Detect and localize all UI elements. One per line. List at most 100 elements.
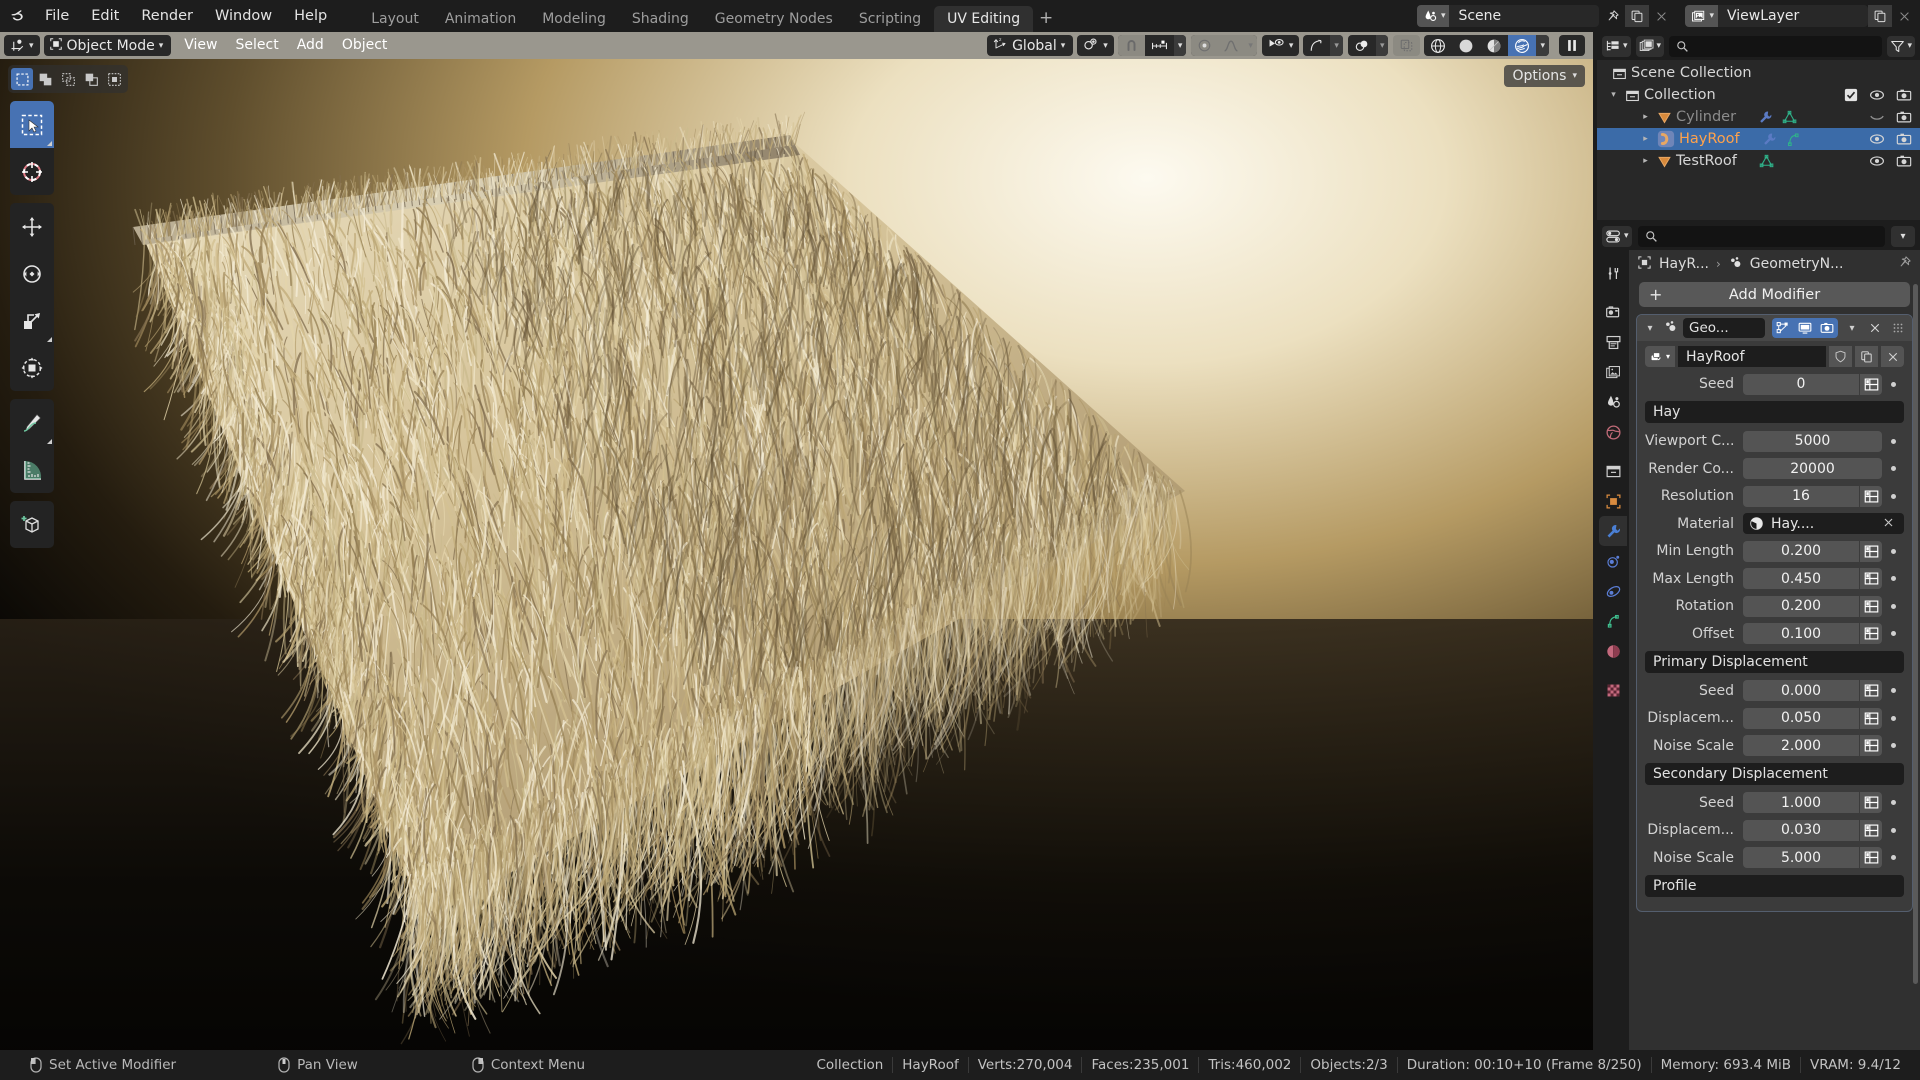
workspace-tab-scripting[interactable]: Scripting xyxy=(846,6,934,32)
tool-tab[interactable] xyxy=(1599,258,1627,288)
viewport-menu-view[interactable]: View xyxy=(175,32,226,59)
view-layer-tab[interactable] xyxy=(1599,357,1627,387)
workspace-tab-uv-editing[interactable]: UV Editing xyxy=(934,6,1033,32)
viewport-menu-select[interactable]: Select xyxy=(227,32,288,59)
drag-dots-icon[interactable] xyxy=(1889,318,1907,338)
expand-triangle-right-icon[interactable]: ▸ xyxy=(1637,112,1654,122)
modifier-header[interactable]: ▾ Geo... xyxy=(1637,315,1912,341)
falloff-curve-icon[interactable] xyxy=(1218,35,1244,56)
animate-property-dot-icon[interactable] xyxy=(1882,800,1904,805)
unlink-nodegroup-icon[interactable] xyxy=(1881,346,1904,367)
animate-property-dot-icon[interactable] xyxy=(1882,466,1904,471)
transform-tool[interactable] xyxy=(10,344,54,391)
modifier-extras-icon[interactable]: ▾ xyxy=(1843,318,1861,338)
breadcrumb-object-name[interactable]: HayR... xyxy=(1659,256,1709,272)
remove-viewlayer-button[interactable] xyxy=(1892,5,1916,27)
expand-triangle-right-icon[interactable]: ▸ xyxy=(1637,156,1654,166)
gizmo-group[interactable]: ▾ xyxy=(1303,35,1343,56)
select-intersect-icon[interactable] xyxy=(103,68,125,90)
animate-property-dot-icon[interactable] xyxy=(1882,855,1904,860)
visibility-dropdown[interactable]: ▾ xyxy=(1262,35,1300,56)
object-data-tab[interactable] xyxy=(1599,606,1627,636)
camera-icon[interactable] xyxy=(1896,88,1912,102)
modifier-name-field[interactable]: Geo... xyxy=(1683,318,1765,338)
overlays-group[interactable]: ▾ xyxy=(1348,35,1389,56)
attribute-toggle-icon[interactable] xyxy=(1860,623,1882,644)
eye-closed-icon[interactable] xyxy=(1869,110,1885,124)
modifier-value-field[interactable]: 5.000 xyxy=(1743,847,1859,868)
workspace-tab-shading[interactable]: Shading xyxy=(619,6,702,32)
top-menu-file[interactable]: File xyxy=(34,0,80,32)
animate-property-dot-icon[interactable] xyxy=(1882,439,1904,444)
animate-property-dot-icon[interactable] xyxy=(1882,743,1904,748)
attribute-toggle-icon[interactable] xyxy=(1860,820,1882,841)
show-in-render-toggle[interactable] xyxy=(1816,318,1838,338)
show-in-viewport-toggle[interactable] xyxy=(1794,318,1816,338)
snap-dropdown-chevron[interactable]: ▾ xyxy=(1174,35,1187,56)
properties-search-input[interactable] xyxy=(1638,226,1885,247)
modifier-value-field[interactable]: 2.000 xyxy=(1743,735,1859,756)
tweak-select-box-tool[interactable] xyxy=(10,101,54,148)
nodegroup-selector[interactable]: ▾ HayRoof xyxy=(1645,345,1904,368)
properties-editor[interactable]: ▾ ▾ xyxy=(1597,222,1920,1050)
scene-tab[interactable] xyxy=(1599,387,1627,417)
viewport-menu-object[interactable]: Object xyxy=(333,32,397,59)
attribute-toggle-icon[interactable] xyxy=(1860,680,1882,701)
xray-toggle-icon[interactable] xyxy=(1393,35,1420,56)
outliner-search-input[interactable] xyxy=(1669,36,1882,57)
falloff-dropdown-chevron[interactable]: ▾ xyxy=(1244,35,1257,56)
rotate-tool[interactable] xyxy=(10,250,54,297)
close-icon[interactable] xyxy=(1866,318,1884,338)
annotate-tool[interactable] xyxy=(10,399,54,446)
mesh-data-green-icon[interactable] xyxy=(1782,110,1797,125)
top-menu-edit[interactable]: Edit xyxy=(80,0,130,32)
attribute-toggle-icon[interactable] xyxy=(1860,792,1882,813)
mesh-data-green-icon[interactable] xyxy=(1759,154,1774,169)
attribute-toggle-icon[interactable] xyxy=(1860,486,1882,507)
proportional-editing-group[interactable]: ▾ xyxy=(1191,35,1257,56)
collection-tab[interactable] xyxy=(1599,456,1627,486)
modifier-value-field[interactable]: 5000 xyxy=(1743,431,1882,452)
scene-selector[interactable]: ▾ Scene xyxy=(1417,5,1600,27)
modifier-value-field[interactable]: 16 xyxy=(1743,486,1859,507)
modifier-value-field[interactable]: 20000 xyxy=(1743,458,1882,479)
modifier-value-field[interactable]: 0.030 xyxy=(1743,820,1859,841)
top-menu-render[interactable]: Render xyxy=(130,0,204,32)
browse-nodegroup-icon[interactable]: ▾ xyxy=(1645,346,1675,367)
duplicate-icon[interactable] xyxy=(1855,346,1878,367)
snap-increment-icon[interactable] xyxy=(1145,35,1174,56)
animate-property-dot-icon[interactable] xyxy=(1882,382,1904,387)
eye-open-icon[interactable] xyxy=(1869,88,1885,102)
editor-type-3dview-icon[interactable]: ▾ xyxy=(4,35,40,56)
properties-tab-strip[interactable] xyxy=(1597,250,1629,1050)
modifier-body[interactable]: ▾ HayRoof xyxy=(1637,341,1912,911)
checkbox-checked-icon[interactable] xyxy=(1844,88,1858,102)
modifier-value-field[interactable]: 0 xyxy=(1743,374,1859,395)
curve-data-green-icon[interactable] xyxy=(1786,132,1801,147)
workspace-tab-layout[interactable]: Layout xyxy=(358,6,432,32)
animate-property-dot-icon[interactable] xyxy=(1882,688,1904,693)
material-selector[interactable]: Hay.... xyxy=(1743,513,1904,534)
3d-viewport[interactable]: ▾ Object Mode ▾ ViewSelectAddObject z Gl… xyxy=(0,32,1593,1050)
chevron-down-icon[interactable]: ▾ xyxy=(1642,323,1658,334)
select-subtract-icon[interactable] xyxy=(57,68,79,90)
workspace-tab-animation[interactable]: Animation xyxy=(432,6,529,32)
modifier-value-field[interactable]: 0.450 xyxy=(1743,568,1859,589)
expand-triangle-right-icon[interactable]: ▸ xyxy=(1637,134,1654,144)
camera-icon[interactable] xyxy=(1896,110,1912,124)
modifier-value-field[interactable]: 0.200 xyxy=(1743,541,1859,562)
wireframe-shading-icon[interactable] xyxy=(1424,35,1452,56)
move-tool[interactable] xyxy=(10,203,54,250)
outliner-tree[interactable]: Scene Collection▾Collection▸Cylinder▸Hay… xyxy=(1597,60,1920,172)
outliner-display-mode-icon[interactable]: ▾ xyxy=(1602,36,1631,57)
workspace-tab-modeling[interactable]: Modeling xyxy=(529,6,619,32)
new-scene-button[interactable] xyxy=(1625,5,1649,27)
eye-open-icon[interactable] xyxy=(1869,132,1885,146)
modifier-wrench-icon[interactable] xyxy=(1762,132,1777,147)
overlays-icon[interactable] xyxy=(1348,35,1376,56)
cursor-tool[interactable] xyxy=(10,148,54,195)
animate-property-dot-icon[interactable] xyxy=(1882,828,1904,833)
modifier-value-field[interactable]: 0.200 xyxy=(1743,596,1859,617)
material-preview-shading-icon[interactable] xyxy=(1480,35,1508,56)
add-workspace-button[interactable]: + xyxy=(1033,6,1059,32)
